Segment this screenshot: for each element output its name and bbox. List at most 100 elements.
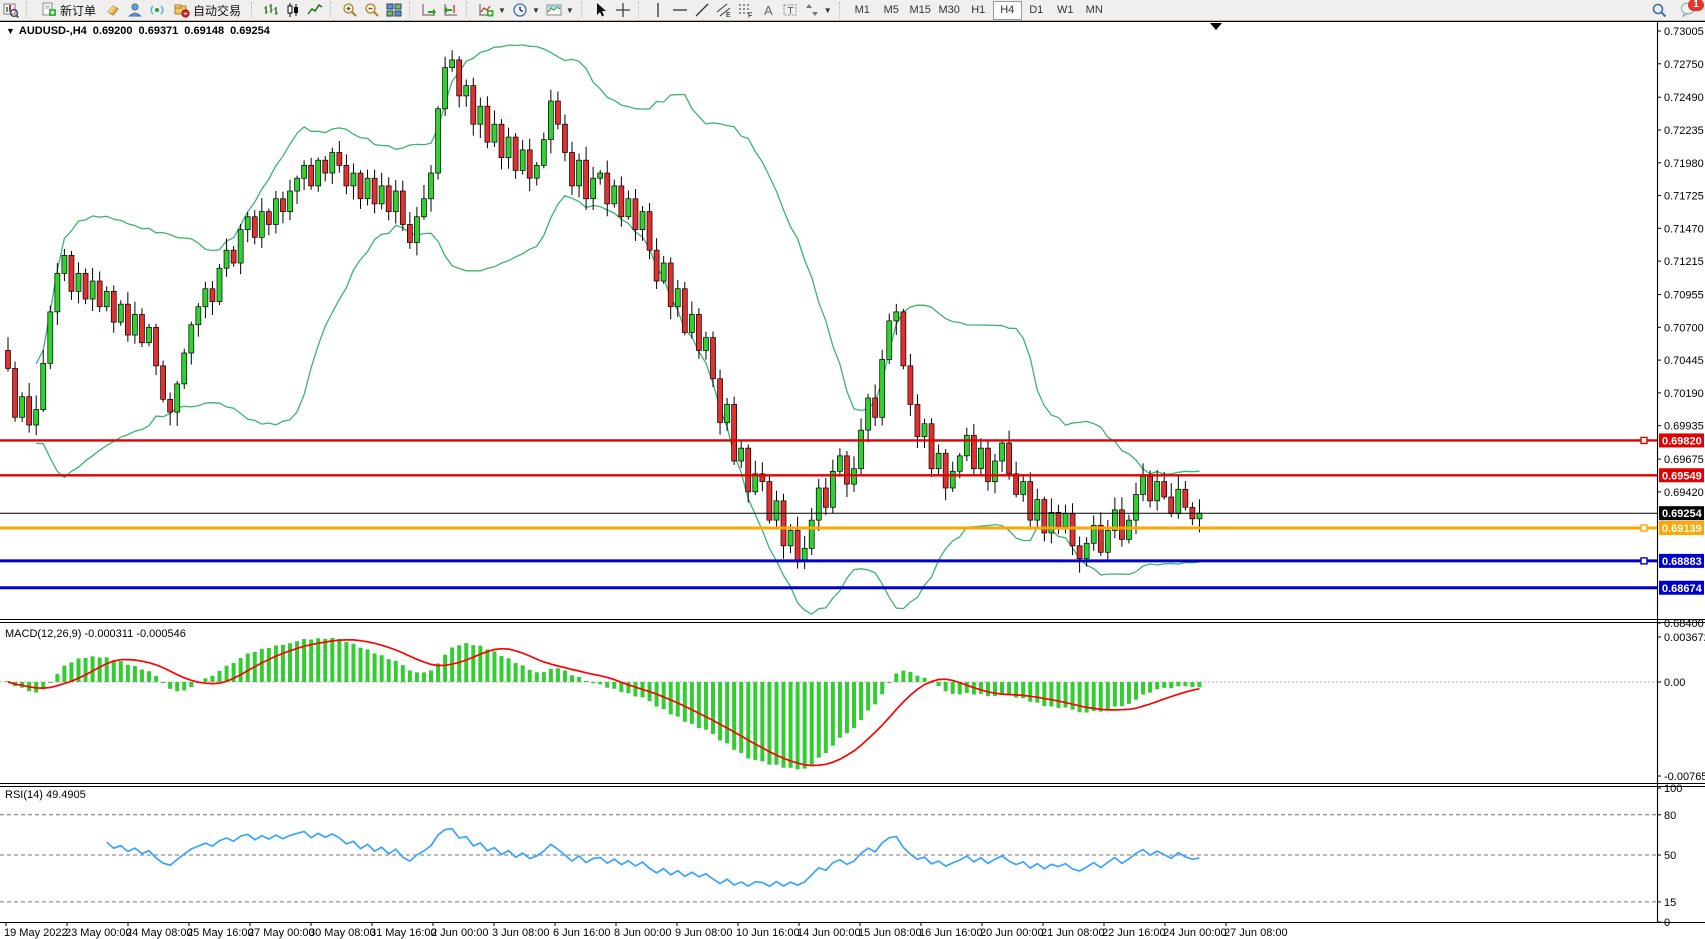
svg-text:3 Jun 08:00: 3 Jun 08:00 [492, 927, 550, 939]
fibonacci-icon: F [738, 2, 754, 18]
symbol-period-label: AUDUSD-,H4 [19, 25, 87, 37]
chart-canvas[interactable]: 0.698200.695490.691390.688830.686740.692… [0, 0, 1705, 939]
bar-chart-mode-button[interactable] [260, 1, 282, 19]
zoom-in-button[interactable] [339, 1, 361, 19]
candles-layer [6, 50, 1202, 572]
svg-text:0.69675: 0.69675 [1664, 454, 1704, 466]
svg-text:T: T [787, 6, 793, 17]
auto-trading-button[interactable]: 自动交易 [168, 1, 247, 19]
svg-text:0.73005: 0.73005 [1664, 26, 1704, 38]
community-button[interactable] [124, 1, 146, 19]
svg-text:27 May 00:00: 27 May 00:00 [248, 927, 315, 939]
timeframe-h4-button[interactable]: H4 [993, 1, 1022, 20]
svg-text:0.71725: 0.71725 [1664, 191, 1704, 203]
rsi-value: 49.4905 [46, 789, 86, 801]
trendline-tool-button[interactable] [691, 1, 713, 19]
svg-text:0.69420: 0.69420 [1664, 487, 1704, 499]
macd-panel: 0.0036720.00-0.007656 [0, 632, 1705, 783]
text-tool-button[interactable]: A [757, 1, 779, 19]
macd-indicator-label: MACD(12,26,9) -0.000311 -0.000546 [5, 628, 186, 640]
new-order-label: 新订单 [60, 2, 96, 19]
timeframe-w1-button[interactable]: W1 [1051, 1, 1080, 20]
svg-text:22 Jun 16:00: 22 Jun 16:00 [1102, 927, 1166, 939]
close-value: 0.69254 [230, 25, 270, 37]
svg-text:0.68674: 0.68674 [1662, 583, 1703, 595]
search-button[interactable] [1648, 1, 1670, 19]
cursor-icon [593, 2, 609, 18]
toolbar-separator [839, 2, 845, 18]
timeframe-m15-button[interactable]: M15 [906, 1, 935, 20]
svg-text:24 May 08:00: 24 May 08:00 [126, 927, 193, 939]
time-axis[interactable]: 19 May 202223 May 00:0024 May 08:0025 Ma… [4, 922, 1288, 939]
fibonacci-tool-button[interactable]: F [735, 1, 757, 19]
templates-button[interactable]: ▼ [543, 1, 577, 19]
chart-shift-button[interactable] [440, 1, 462, 19]
auto-scroll-button[interactable] [418, 1, 440, 19]
trendline-icon [694, 2, 710, 18]
chart-title[interactable]: ▼AUDUSD-,H40.692000.693710.691480.69254 [6, 25, 270, 37]
template-icon [546, 2, 562, 18]
new-order-icon [41, 2, 57, 18]
arrows-tool-button[interactable]: ▼ [801, 1, 835, 19]
svg-text:50: 50 [1664, 850, 1676, 862]
svg-text:24 Jun 00:00: 24 Jun 00:00 [1163, 927, 1227, 939]
periods-button[interactable]: ▼ [509, 1, 543, 19]
vertical-line-tool-button[interactable] [647, 1, 669, 19]
dropdown-caret: ▼ [532, 6, 540, 15]
svg-text:16 Jun 16:00: 16 Jun 16:00 [919, 927, 983, 939]
svg-text:0.69549: 0.69549 [1662, 470, 1702, 482]
svg-text:E: E [726, 12, 731, 18]
timeframe-mn-button[interactable]: MN [1080, 1, 1109, 20]
svg-text:F: F [748, 13, 752, 19]
notifications-button[interactable]: 1 [1680, 1, 1697, 20]
auto-trading-label: 自动交易 [193, 2, 241, 19]
svg-text:30 May 08:00: 30 May 08:00 [309, 927, 376, 939]
channel-tool-button[interactable]: E [713, 1, 735, 19]
svg-text:80: 80 [1664, 810, 1676, 822]
timeframe-m30-button[interactable]: M30 [935, 1, 964, 20]
dropdown-caret: ▼ [566, 6, 574, 15]
text-label-tool-button[interactable]: T [779, 1, 801, 19]
zoom-out-icon [364, 2, 380, 18]
vertical-line-icon [650, 2, 666, 18]
chart-window-button[interactable] [0, 1, 22, 19]
svg-text:0.70700: 0.70700 [1664, 322, 1704, 334]
zoom-out-button[interactable] [361, 1, 383, 19]
line-chart-mode-button[interactable] [304, 1, 326, 19]
svg-text:0.71980: 0.71980 [1664, 158, 1704, 170]
horizontal-line-tool-button[interactable] [669, 1, 691, 19]
svg-text:-0.007656: -0.007656 [1664, 771, 1705, 783]
svg-text:100: 100 [1664, 783, 1682, 795]
tile-windows-button[interactable] [383, 1, 405, 19]
metaeditor-button[interactable] [102, 1, 124, 19]
timeframe-d1-button[interactable]: D1 [1022, 1, 1051, 20]
timeframe-m1-button[interactable]: M1 [848, 1, 877, 20]
signals-button[interactable] [146, 1, 168, 19]
svg-text:0.00: 0.00 [1664, 677, 1685, 689]
svg-text:2 Jun 00:00: 2 Jun 00:00 [431, 927, 489, 939]
chart-dropdown-arrow-icon[interactable]: ▼ [6, 26, 15, 36]
candlestick-mode-button[interactable] [282, 1, 304, 19]
toolbar-separator [251, 2, 257, 18]
svg-text:9 Jun 08:00: 9 Jun 08:00 [675, 927, 733, 939]
new-order-button[interactable]: 新订单 [35, 1, 102, 19]
svg-text:27 Jun 08:00: 27 Jun 08:00 [1224, 927, 1288, 939]
signal-icon [149, 2, 165, 18]
toolbar-separator [638, 2, 644, 18]
svg-text:10 Jun 16:00: 10 Jun 16:00 [736, 927, 800, 939]
timeframe-h1-button[interactable]: H1 [964, 1, 993, 20]
text-icon: A [760, 2, 776, 18]
svg-text:8 Jun 00:00: 8 Jun 00:00 [614, 927, 672, 939]
svg-text:0.68400: 0.68400 [1664, 618, 1704, 630]
auto-trading-icon [174, 2, 190, 18]
clock-icon [512, 2, 528, 18]
crosshair-tool-button[interactable] [612, 1, 634, 19]
timeframe-m5-button[interactable]: M5 [877, 1, 906, 20]
indicators-button[interactable]: ▼ [475, 1, 509, 19]
cursor-tool-button[interactable] [590, 1, 612, 19]
rsi-indicator-label: RSI(14) 49.4905 [5, 789, 86, 801]
rsi-panel: 1008050150 [0, 783, 1682, 929]
chart-shift-marker[interactable] [1210, 23, 1222, 30]
chart-window-icon [3, 2, 19, 18]
svg-text:0.72750: 0.72750 [1664, 59, 1704, 71]
